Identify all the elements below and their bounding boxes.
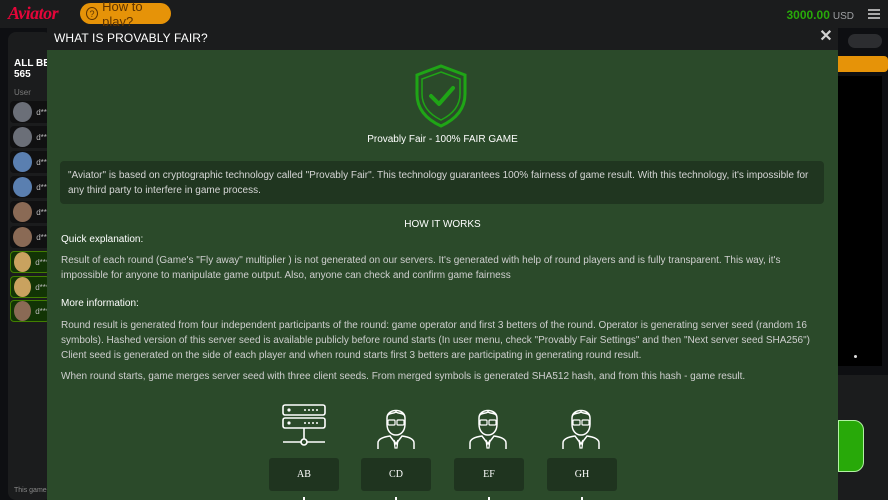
shield-check-icon (415, 64, 467, 128)
more-information-heading: More information: (61, 298, 139, 309)
quick-explanation-heading: Quick explanation: (61, 234, 144, 245)
intro-text: "Aviator" is based on cryptographic tech… (60, 161, 824, 204)
seed-box-client-1: CD (361, 458, 431, 491)
modal-header: WHAT IS PROVABLY FAIR? ✕ (47, 26, 838, 50)
history-button[interactable] (848, 34, 882, 48)
avatar (13, 127, 33, 147)
avatar (13, 152, 33, 172)
bet-button[interactable] (838, 420, 864, 472)
more-information-text: Round result is generated from four inde… (61, 320, 810, 361)
bet-row: d*** (10, 201, 50, 223)
close-icon[interactable]: ✕ (818, 29, 834, 45)
bet-row: d*** (10, 101, 50, 123)
quick-explanation-text: Result of each round (Game's "Fly away" … (61, 255, 781, 281)
how-it-works-heading: HOW IT WORKS (404, 219, 481, 230)
avatar (14, 301, 32, 321)
how-to-play-button[interactable]: ? How to play? (80, 0, 171, 29)
top-bar: Aviator ? How to play? 3000.00 USD (0, 0, 888, 29)
seed-box-client-2: EF (454, 458, 524, 491)
balance: 3000.00 USD (786, 8, 854, 22)
player-column-1 (361, 404, 431, 450)
game-canvas (838, 76, 882, 366)
player-icon (469, 409, 507, 449)
bet-row: d*** (10, 126, 50, 148)
footer-note: This game (14, 487, 47, 494)
player-column-3 (546, 404, 616, 450)
player-column-2 (453, 404, 523, 450)
server-icon (282, 404, 326, 446)
avatar (13, 102, 33, 122)
modal-title: WHAT IS PROVABLY FAIR? (54, 31, 208, 45)
how-to-play-label: How to play? (102, 0, 143, 29)
aviator-logo: Aviator (8, 3, 59, 23)
question-icon: ? (86, 7, 99, 20)
merge-explanation-text: When round starts, game merges server se… (61, 371, 746, 382)
avatar (13, 227, 33, 247)
bet-row: d*** (10, 251, 50, 273)
player-icon (562, 409, 600, 449)
bet-row: d*** (10, 151, 50, 173)
avatar (14, 277, 32, 297)
balance-currency: USD (832, 11, 854, 22)
bet-row: d*** (10, 276, 50, 298)
seed-box-client-3: GH (547, 458, 617, 491)
provably-fair-modal: WHAT IS PROVABLY FAIR? ✕ Provably Fair -… (47, 26, 838, 500)
fun-mode-banner (838, 56, 888, 72)
avatar (14, 252, 32, 272)
fair-game-tagline: Provably Fair - 100% FAIR GAME (367, 134, 518, 145)
balance-amount: 3000.00 (786, 8, 830, 22)
avatar (13, 202, 33, 222)
pager-dot (854, 355, 857, 358)
server-column (269, 404, 339, 448)
seed-box-server: AB (269, 458, 339, 491)
hamburger-menu-icon[interactable] (868, 9, 880, 19)
bet-row: d*** (10, 176, 50, 198)
player-icon (377, 409, 415, 449)
bet-row: d*** (10, 300, 50, 322)
bet-row: d*** (10, 226, 50, 248)
avatar (13, 177, 33, 197)
user-column-header: User (14, 88, 31, 97)
